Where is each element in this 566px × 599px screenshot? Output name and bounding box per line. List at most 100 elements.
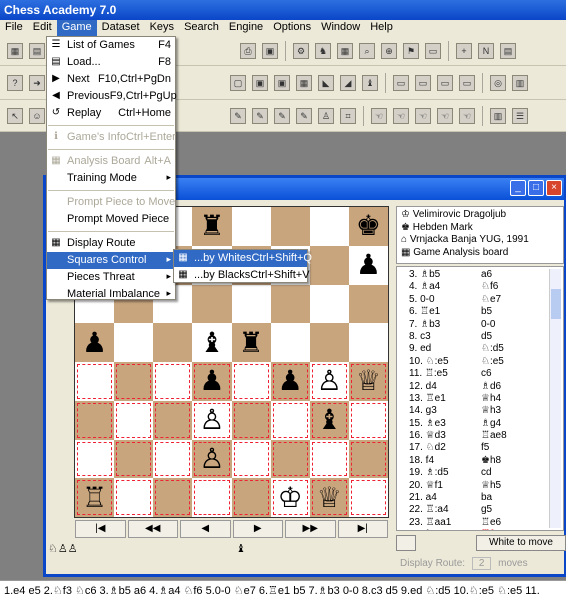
database-icon[interactable]: ▦ (7, 42, 23, 59)
black-move[interactable]: b5 (481, 306, 492, 318)
chess-piece[interactable]: ♔ (278, 483, 303, 512)
flag-icon[interactable]: ◢ (340, 74, 356, 91)
move-row[interactable]: 18. f4 ♚h8 (409, 455, 563, 467)
menu-item-list-of-games[interactable]: ☰ List of Games F4 (47, 37, 175, 54)
board-square[interactable]: ♕ (309, 478, 349, 517)
board-square[interactable] (153, 400, 193, 440)
menu-item-display-route[interactable]: ▦ Display Route (47, 235, 175, 252)
open-icon[interactable]: ▤ (29, 42, 45, 59)
board-square[interactable] (153, 478, 193, 517)
board-square[interactable]: ♙ (309, 362, 349, 401)
hand-icon[interactable]: ☜ (437, 107, 453, 124)
move-row[interactable]: 15. ♗e3 ♗g4 (409, 418, 563, 430)
board-square[interactable] (348, 478, 388, 517)
triangle-icon[interactable]: ◣ (318, 74, 334, 91)
board-square[interactable] (348, 323, 388, 362)
board-square[interactable]: ♝ (309, 400, 349, 440)
board-square[interactable] (231, 400, 271, 440)
black-move[interactable]: ♕h4 (481, 393, 501, 405)
white-move[interactable]: 19. ♗:d5 (409, 467, 481, 479)
submenu-item-by-whites[interactable]: ▦ ...by Whites Ctrl+Shift+Q (174, 250, 312, 267)
hand-icon[interactable]: ☜ (393, 107, 409, 124)
board-square[interactable]: ♚ (348, 207, 388, 246)
route-moves-input[interactable]: 2 (471, 557, 492, 570)
chess-piece[interactable]: ♝ (317, 406, 342, 434)
board-square[interactable] (153, 362, 193, 401)
white-move[interactable]: 22. ♖:a4 (409, 504, 481, 516)
black-move[interactable]: ♘:d5 (481, 343, 504, 355)
move-row[interactable]: 7. ♗b3 0-0 (409, 319, 563, 331)
panel-icon[interactable]: ▭ (437, 74, 453, 91)
black-move[interactable]: ♖fe8 (481, 529, 504, 530)
white-move[interactable]: 23. ♖aa1 (409, 517, 481, 529)
map-icon[interactable]: ⌗ (340, 107, 356, 124)
white-move[interactable]: 8. c3 (409, 331, 481, 343)
black-move[interactable]: d5 (481, 331, 492, 343)
notation-icon[interactable]: N (478, 42, 494, 59)
chess-piece[interactable]: ♟ (199, 367, 224, 395)
board-square[interactable] (348, 400, 388, 440)
chess-piece[interactable]: ♙ (199, 406, 224, 434)
board-square[interactable] (75, 400, 115, 440)
minimize-icon[interactable]: _ (510, 180, 526, 196)
arrow-icon[interactable]: ➜ (29, 74, 45, 91)
board-square[interactable]: ♝ (192, 323, 232, 362)
print-icon[interactable]: ⎙ (240, 42, 256, 59)
board-square[interactable] (270, 439, 310, 479)
white-move[interactable]: 7. ♗b3 (409, 319, 481, 331)
menu-item-squares-control[interactable]: Squares Control ▸ (47, 252, 175, 269)
black-move[interactable]: 0-0 (481, 319, 495, 331)
table-icon[interactable]: ▤ (500, 42, 516, 59)
white-move[interactable]: 9. ed (409, 343, 481, 355)
move-row[interactable]: 8. c3 d5 (409, 331, 563, 343)
panel-icon[interactable]: ▭ (415, 74, 431, 91)
move-row[interactable]: 20. ♕f1 ♕h5 (409, 480, 563, 492)
board-square[interactable] (348, 439, 388, 479)
chess-piece[interactable]: ♟ (82, 328, 107, 357)
menu-options[interactable]: Options (268, 20, 316, 36)
list-icon[interactable]: ☰ (512, 107, 528, 124)
hand-icon[interactable]: ☜ (459, 107, 475, 124)
move-row[interactable]: 24. fg♖fe8 (409, 529, 563, 530)
board-square[interactable] (75, 362, 115, 401)
menu-search[interactable]: Search (179, 20, 224, 36)
move-row[interactable]: 10. ♘:e5 ♘:e5 (409, 356, 563, 368)
submenu-item-by-blacks[interactable]: ▦ ...by Blacks Ctrl+Shift+V (174, 267, 309, 284)
menu-file[interactable]: File (0, 20, 28, 36)
white-move[interactable]: 24. fg (409, 529, 481, 530)
black-move[interactable]: ba (481, 492, 492, 504)
square-icon[interactable]: ▣ (252, 74, 268, 91)
pc-icon[interactable]: ▥ (512, 74, 528, 91)
help-icon[interactable]: ? (7, 74, 23, 91)
board-square[interactable]: ♔ (270, 478, 310, 517)
board-square[interactable]: ♖ (75, 478, 115, 517)
panel-icon[interactable]: ▭ (393, 74, 409, 91)
edit-icon[interactable]: ✎ (274, 107, 290, 124)
board-square[interactable]: ♙ (192, 400, 232, 440)
board-square[interactable] (270, 207, 310, 246)
black-move[interactable]: ♘:e5 (481, 356, 504, 368)
zoom-icon[interactable]: ⊕ (381, 42, 397, 59)
board-square[interactable] (231, 478, 271, 517)
board-square[interactable]: ♜ (192, 207, 232, 246)
book-icon[interactable]: ▥ (490, 107, 506, 124)
menu-item-replay[interactable]: ↺ Replay Ctrl+Home (47, 105, 175, 122)
menu-item-prompt-piece-to-move[interactable]: Prompt Piece to Move (47, 194, 175, 211)
board-square[interactable] (192, 284, 232, 324)
save-icon[interactable]: ▣ (262, 42, 278, 59)
square-icon[interactable]: ▣ (274, 74, 290, 91)
lock-icon[interactable]: ▢ (230, 74, 246, 91)
black-move[interactable]: ♗g4 (481, 418, 501, 430)
black-move[interactable]: ♘f6 (481, 281, 498, 293)
chess-piece[interactable]: ♜ (239, 328, 264, 357)
move-row[interactable]: 6. ♖e1 b5 (409, 306, 563, 318)
white-move[interactable]: 18. f4 (409, 455, 481, 467)
menu-item-pieces-threat[interactable]: Pieces Threat ▸ (47, 269, 175, 286)
menu-item-game-s-info[interactable]: ℹ Game's Info Ctrl+Enter (47, 129, 176, 146)
black-move[interactable]: ♘e7 (481, 294, 501, 306)
board-square[interactable] (114, 400, 154, 440)
board-square[interactable]: ♕ (348, 362, 388, 401)
black-move[interactable]: f5 (481, 442, 489, 454)
board-square[interactable] (114, 478, 154, 517)
menu-item-previous[interactable]: ◀ Previous F9,Ctrl+PgUp (47, 88, 177, 105)
